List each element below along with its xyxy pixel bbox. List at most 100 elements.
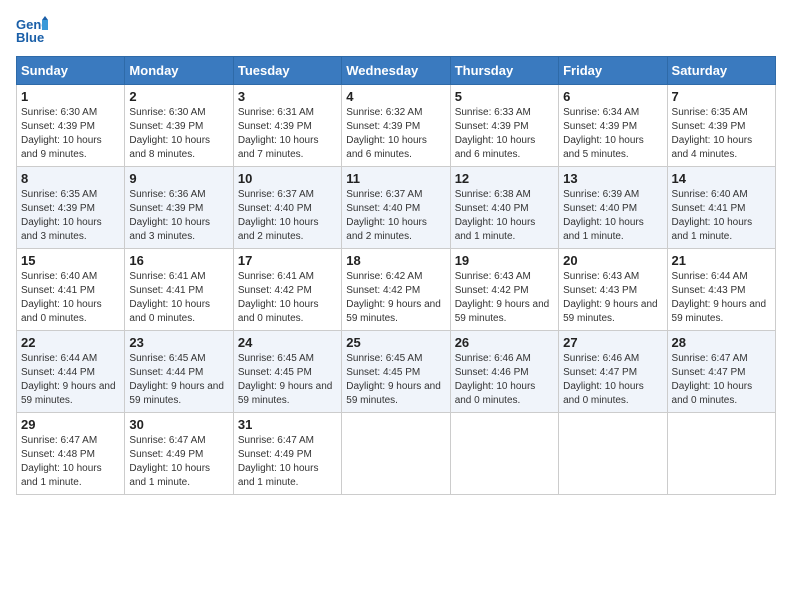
calendar-cell: 12 Sunrise: 6:38 AMSunset: 4:40 PMDaylig… [450,167,558,249]
calendar-week-1: 1 Sunrise: 6:30 AMSunset: 4:39 PMDayligh… [17,85,776,167]
cell-info: Sunrise: 6:43 AMSunset: 4:42 PMDaylight:… [455,271,550,324]
day-number: 30 [129,417,228,432]
cell-info: Sunrise: 6:34 AMSunset: 4:39 PMDaylight:… [563,107,644,160]
day-number: 28 [672,335,771,350]
logo: General Blue [16,16,52,44]
calendar-cell [559,413,667,495]
day-header-tuesday: Tuesday [233,57,341,85]
day-number: 22 [21,335,120,350]
calendar-cell: 13 Sunrise: 6:39 AMSunset: 4:40 PMDaylig… [559,167,667,249]
calendar-cell: 18 Sunrise: 6:42 AMSunset: 4:42 PMDaylig… [342,249,450,331]
day-number: 6 [563,89,662,104]
page-header: General Blue [16,16,776,44]
calendar-cell: 29 Sunrise: 6:47 AMSunset: 4:48 PMDaylig… [17,413,125,495]
cell-info: Sunrise: 6:32 AMSunset: 4:39 PMDaylight:… [346,107,427,160]
calendar-cell: 6 Sunrise: 6:34 AMSunset: 4:39 PMDayligh… [559,85,667,167]
calendar-cell: 23 Sunrise: 6:45 AMSunset: 4:44 PMDaylig… [125,331,233,413]
day-number: 12 [455,171,554,186]
calendar-cell: 7 Sunrise: 6:35 AMSunset: 4:39 PMDayligh… [667,85,775,167]
cell-info: Sunrise: 6:31 AMSunset: 4:39 PMDaylight:… [238,107,319,160]
calendar-cell: 1 Sunrise: 6:30 AMSunset: 4:39 PMDayligh… [17,85,125,167]
calendar-cell: 28 Sunrise: 6:47 AMSunset: 4:47 PMDaylig… [667,331,775,413]
cell-info: Sunrise: 6:36 AMSunset: 4:39 PMDaylight:… [129,189,210,242]
calendar-cell: 14 Sunrise: 6:40 AMSunset: 4:41 PMDaylig… [667,167,775,249]
day-header-sunday: Sunday [17,57,125,85]
calendar-week-2: 8 Sunrise: 6:35 AMSunset: 4:39 PMDayligh… [17,167,776,249]
cell-info: Sunrise: 6:41 AMSunset: 4:41 PMDaylight:… [129,271,210,324]
calendar-cell: 31 Sunrise: 6:47 AMSunset: 4:49 PMDaylig… [233,413,341,495]
cell-info: Sunrise: 6:41 AMSunset: 4:42 PMDaylight:… [238,271,319,324]
cell-info: Sunrise: 6:44 AMSunset: 4:44 PMDaylight:… [21,353,116,406]
cell-info: Sunrise: 6:35 AMSunset: 4:39 PMDaylight:… [21,189,102,242]
calendar-cell: 20 Sunrise: 6:43 AMSunset: 4:43 PMDaylig… [559,249,667,331]
calendar-cell: 19 Sunrise: 6:43 AMSunset: 4:42 PMDaylig… [450,249,558,331]
cell-info: Sunrise: 6:40 AMSunset: 4:41 PMDaylight:… [21,271,102,324]
calendar-cell: 16 Sunrise: 6:41 AMSunset: 4:41 PMDaylig… [125,249,233,331]
day-number: 10 [238,171,337,186]
calendar-cell [667,413,775,495]
day-header-saturday: Saturday [667,57,775,85]
day-number: 29 [21,417,120,432]
calendar-week-5: 29 Sunrise: 6:47 AMSunset: 4:48 PMDaylig… [17,413,776,495]
cell-info: Sunrise: 6:44 AMSunset: 4:43 PMDaylight:… [672,271,767,324]
day-header-wednesday: Wednesday [342,57,450,85]
calendar-cell: 8 Sunrise: 6:35 AMSunset: 4:39 PMDayligh… [17,167,125,249]
day-number: 8 [21,171,120,186]
cell-info: Sunrise: 6:37 AMSunset: 4:40 PMDaylight:… [346,189,427,242]
cell-info: Sunrise: 6:45 AMSunset: 4:45 PMDaylight:… [238,353,333,406]
calendar-cell: 2 Sunrise: 6:30 AMSunset: 4:39 PMDayligh… [125,85,233,167]
calendar-cell: 22 Sunrise: 6:44 AMSunset: 4:44 PMDaylig… [17,331,125,413]
calendar-cell: 30 Sunrise: 6:47 AMSunset: 4:49 PMDaylig… [125,413,233,495]
day-number: 7 [672,89,771,104]
day-number: 14 [672,171,771,186]
logo-icon: General Blue [16,16,48,44]
svg-text:Blue: Blue [16,30,44,44]
day-number: 20 [563,253,662,268]
cell-info: Sunrise: 6:33 AMSunset: 4:39 PMDaylight:… [455,107,536,160]
day-header-thursday: Thursday [450,57,558,85]
calendar-cell: 26 Sunrise: 6:46 AMSunset: 4:46 PMDaylig… [450,331,558,413]
day-number: 15 [21,253,120,268]
calendar-week-3: 15 Sunrise: 6:40 AMSunset: 4:41 PMDaylig… [17,249,776,331]
cell-info: Sunrise: 6:47 AMSunset: 4:49 PMDaylight:… [238,435,319,488]
day-number: 23 [129,335,228,350]
day-number: 17 [238,253,337,268]
day-number: 26 [455,335,554,350]
day-number: 31 [238,417,337,432]
cell-info: Sunrise: 6:42 AMSunset: 4:42 PMDaylight:… [346,271,441,324]
cell-info: Sunrise: 6:39 AMSunset: 4:40 PMDaylight:… [563,189,644,242]
calendar-cell: 25 Sunrise: 6:45 AMSunset: 4:45 PMDaylig… [342,331,450,413]
day-header-friday: Friday [559,57,667,85]
calendar-cell: 17 Sunrise: 6:41 AMSunset: 4:42 PMDaylig… [233,249,341,331]
cell-info: Sunrise: 6:47 AMSunset: 4:48 PMDaylight:… [21,435,102,488]
cell-info: Sunrise: 6:38 AMSunset: 4:40 PMDaylight:… [455,189,536,242]
calendar-cell [342,413,450,495]
day-number: 11 [346,171,445,186]
day-number: 24 [238,335,337,350]
day-number: 16 [129,253,228,268]
day-number: 2 [129,89,228,104]
day-number: 25 [346,335,445,350]
cell-info: Sunrise: 6:35 AMSunset: 4:39 PMDaylight:… [672,107,753,160]
calendar-cell: 4 Sunrise: 6:32 AMSunset: 4:39 PMDayligh… [342,85,450,167]
calendar-header: SundayMondayTuesdayWednesdayThursdayFrid… [17,57,776,85]
cell-info: Sunrise: 6:37 AMSunset: 4:40 PMDaylight:… [238,189,319,242]
calendar-cell [450,413,558,495]
day-header-monday: Monday [125,57,233,85]
calendar-cell: 11 Sunrise: 6:37 AMSunset: 4:40 PMDaylig… [342,167,450,249]
calendar-cell: 27 Sunrise: 6:46 AMSunset: 4:47 PMDaylig… [559,331,667,413]
calendar-week-4: 22 Sunrise: 6:44 AMSunset: 4:44 PMDaylig… [17,331,776,413]
day-number: 19 [455,253,554,268]
day-number: 1 [21,89,120,104]
cell-info: Sunrise: 6:30 AMSunset: 4:39 PMDaylight:… [21,107,102,160]
cell-info: Sunrise: 6:40 AMSunset: 4:41 PMDaylight:… [672,189,753,242]
day-number: 9 [129,171,228,186]
day-number: 3 [238,89,337,104]
calendar-cell: 9 Sunrise: 6:36 AMSunset: 4:39 PMDayligh… [125,167,233,249]
day-number: 4 [346,89,445,104]
cell-info: Sunrise: 6:43 AMSunset: 4:43 PMDaylight:… [563,271,658,324]
day-number: 18 [346,253,445,268]
day-number: 27 [563,335,662,350]
cell-info: Sunrise: 6:46 AMSunset: 4:47 PMDaylight:… [563,353,644,406]
calendar-cell: 3 Sunrise: 6:31 AMSunset: 4:39 PMDayligh… [233,85,341,167]
